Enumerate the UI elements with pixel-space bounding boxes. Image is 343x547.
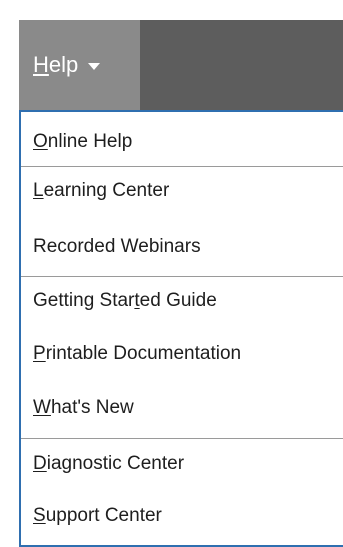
- menu-item-label: Recorded Webinars: [33, 236, 201, 257]
- mnemonic: S: [33, 505, 46, 526]
- menu-item-support-center[interactable]: Support Center: [21, 496, 343, 536]
- menu-item-label: nline Help: [47, 131, 133, 152]
- mnemonic: O: [33, 131, 48, 152]
- menu-separator: [21, 438, 343, 439]
- menu-item-diagnostic-center[interactable]: Diagnostic Center: [21, 444, 343, 484]
- menu-item-label-rest: ed Guide: [139, 290, 217, 311]
- menu-item-label: upport Center: [45, 505, 162, 526]
- menu-item-learning-center[interactable]: Learning Center: [21, 171, 343, 211]
- menu-item-recorded-webinars[interactable]: Recorded Webinars: [21, 227, 343, 267]
- menu-item-label: hat's New: [50, 397, 134, 418]
- menu-item-label-pre: Getting Star: [33, 290, 135, 311]
- mnemonic: D: [33, 453, 47, 474]
- mnemonic: W: [33, 397, 51, 418]
- help-dropdown-menu: Online Help Learning Center Recorded Web…: [19, 110, 343, 547]
- help-menu-button[interactable]: Help: [19, 20, 140, 110]
- mnemonic: P: [33, 343, 46, 364]
- menu-item-label: iagnostic Center: [46, 453, 185, 474]
- menu-item-printable-documentation[interactable]: Printable Documentation: [21, 334, 343, 374]
- menu-item-getting-started-guide[interactable]: Getting Star t ed Guide: [21, 281, 343, 321]
- help-menu-screenshot: Help Online Help Learning Center Recorde…: [0, 0, 343, 547]
- help-mnemonic: H: [33, 52, 49, 77]
- mnemonic: L: [33, 180, 44, 201]
- menu-item-whats-new[interactable]: What's New: [21, 388, 343, 428]
- menu-top-border: [21, 110, 343, 112]
- menu-item-label: rintable Documentation: [45, 343, 242, 364]
- help-menu-label: Help: [33, 52, 78, 78]
- menu-item-label: earning Center: [43, 180, 170, 201]
- caret-down-icon: [88, 62, 101, 70]
- help-label-rest: elp: [48, 52, 79, 77]
- menu-separator: [21, 276, 343, 277]
- menu-item-online-help[interactable]: Online Help: [21, 122, 343, 162]
- menu-separator: [21, 166, 343, 167]
